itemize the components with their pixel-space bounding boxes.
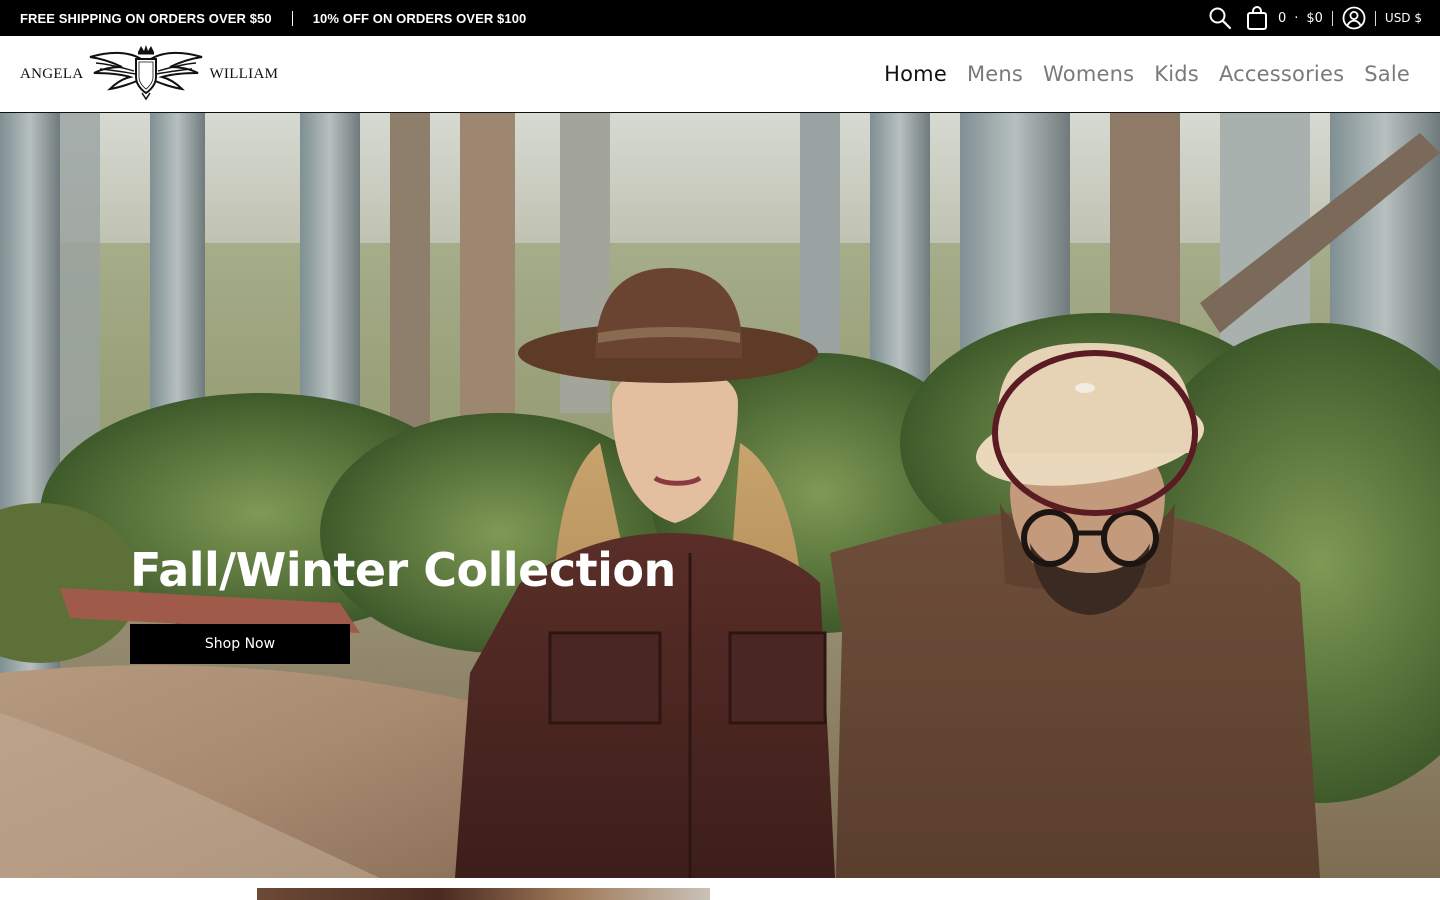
tools-divider xyxy=(1374,10,1376,26)
header-tools: 0 · $0 USD $ xyxy=(1208,0,1422,36)
featured-image[interactable] xyxy=(257,888,710,900)
currency-selector[interactable]: USD $ xyxy=(1385,11,1422,25)
hero-image xyxy=(0,113,1440,878)
brand-name-right: WILLIAM xyxy=(209,65,279,82)
announcement-bar: FREE SHIPPING ON ORDERS OVER $50 10% OFF… xyxy=(0,0,1440,36)
brand-name-left: ANGELA xyxy=(20,65,84,82)
cart-count: 0 xyxy=(1277,10,1287,26)
main-navigation: Home Mens Womens Kids Accessories Sale xyxy=(884,36,1410,112)
shop-now-button[interactable]: Shop Now xyxy=(130,624,350,664)
search-icon[interactable] xyxy=(1208,6,1232,30)
hero-banner: Fall/Winter Collection Shop Now xyxy=(0,113,1440,878)
brand-logo[interactable]: ANGELA WILLIAM xyxy=(20,44,278,104)
shipping-message[interactable]: FREE SHIPPING ON ORDERS OVER $50 xyxy=(20,11,272,26)
cart-icon[interactable] xyxy=(1246,6,1268,30)
announcement-messages: FREE SHIPPING ON ORDERS OVER $50 10% OFF… xyxy=(0,10,527,26)
announcement-divider xyxy=(291,10,293,26)
nav-sale[interactable]: Sale xyxy=(1364,62,1410,86)
hero-title: Fall/Winter Collection xyxy=(130,543,676,597)
nav-kids[interactable]: Kids xyxy=(1154,62,1199,86)
brand-crest-icon xyxy=(86,43,206,105)
nav-accessories[interactable]: Accessories xyxy=(1219,62,1344,86)
discount-message[interactable]: 10% OFF ON ORDERS OVER $100 xyxy=(313,11,527,26)
site-header: ANGELA WILLIAM Home Mens Womens Kids Acc… xyxy=(0,36,1440,113)
account-icon[interactable] xyxy=(1342,6,1366,30)
nav-womens[interactable]: Womens xyxy=(1043,62,1134,86)
nav-home[interactable]: Home xyxy=(884,62,947,86)
nav-mens[interactable]: Mens xyxy=(967,62,1023,86)
cart-total: $0 xyxy=(1306,10,1323,26)
cart-summary[interactable]: 0 · $0 xyxy=(1278,11,1323,26)
cart-separator: · xyxy=(1294,10,1299,26)
featured-section xyxy=(0,878,1440,900)
tools-divider xyxy=(1331,10,1333,26)
